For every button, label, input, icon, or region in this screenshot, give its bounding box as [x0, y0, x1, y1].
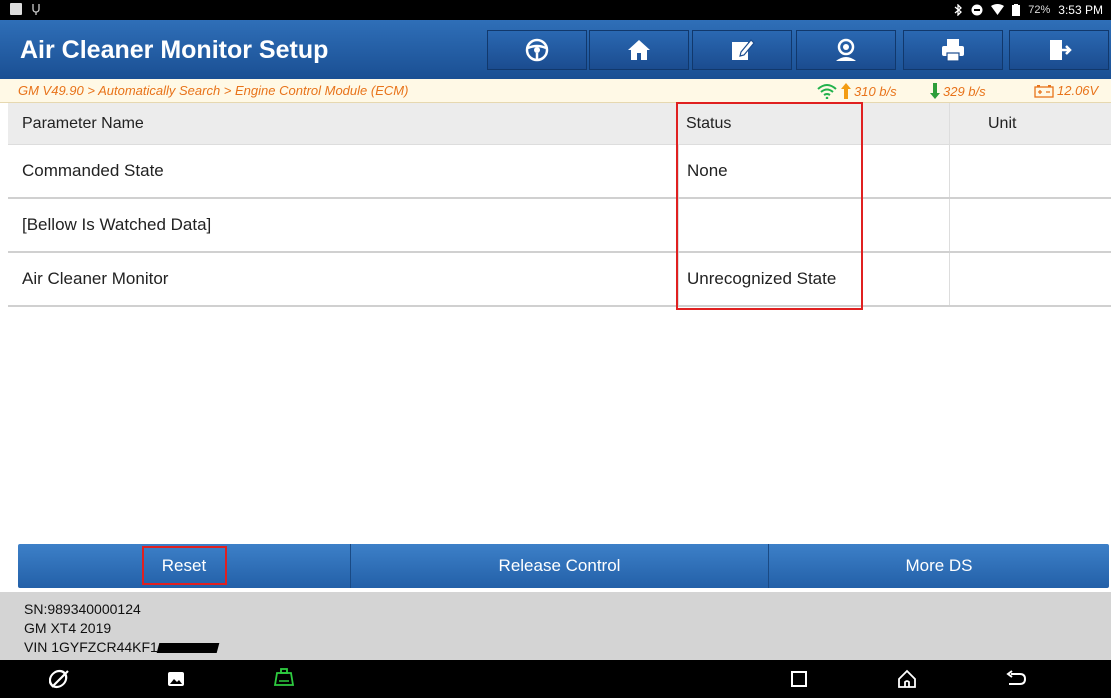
browser-icon — [49, 669, 69, 689]
recent-apps-button[interactable] — [788, 668, 810, 690]
parameter-table: Parameter Name Status Unit Commanded Sta… — [8, 103, 1111, 307]
table-header: Parameter Name Status Unit — [8, 103, 1111, 145]
battery-icon — [1012, 4, 1021, 16]
home-button[interactable] — [589, 30, 689, 70]
gallery-button[interactable] — [165, 668, 187, 690]
browser-button[interactable] — [49, 668, 71, 690]
bluetooth-icon — [954, 4, 963, 16]
table-row[interactable]: Air Cleaner Monitor Unrecognized State — [8, 253, 1111, 307]
battery-voltage: 12.06V — [1034, 83, 1098, 98]
row-parameter-name: Air Cleaner Monitor — [22, 269, 169, 288]
table-row[interactable]: Commanded State None — [8, 145, 1111, 199]
row-unit — [949, 253, 1111, 305]
vehicle-button[interactable] — [487, 30, 587, 70]
battery-percent: 72% — [1028, 4, 1051, 16]
system-status-bar: 72% 3:53 PM — [0, 0, 1111, 20]
recent-apps-icon — [791, 671, 807, 687]
download-speed: 329 b/s — [930, 83, 986, 99]
back-button[interactable] — [1005, 668, 1027, 690]
status-column-highlight — [676, 102, 863, 310]
usb-debug-icon — [32, 4, 40, 15]
row-unit — [949, 199, 1111, 251]
vci-button[interactable] — [273, 668, 295, 690]
voltage-value: 12.06V — [1057, 83, 1099, 98]
vin: VIN 1GYFZCR44KF1 — [24, 639, 158, 655]
wifi-icon — [991, 4, 1005, 15]
exit-button[interactable] — [1009, 30, 1109, 70]
upload-speed: 310 b/s — [816, 83, 897, 99]
breadcrumb: GM V49.90 > Automatically Search > Engin… — [18, 83, 409, 98]
signal-icon — [817, 84, 837, 99]
do-not-disturb-icon — [971, 4, 983, 16]
vehicle-model: GM XT4 2019 — [24, 620, 112, 636]
header-unit: Unit — [949, 103, 1111, 144]
download-arrow-icon — [930, 83, 940, 99]
upload-speed-value: 310 b/s — [854, 83, 897, 99]
home-icon — [628, 40, 650, 60]
edit-button[interactable] — [692, 30, 792, 70]
steering-wheel-icon — [525, 38, 549, 62]
row-parameter-name: Commanded State — [22, 161, 164, 180]
vin-line: VIN 1GYFZCR44KF1 — [24, 638, 1111, 657]
breadcrumb-bar: GM V49.90 > Automatically Search > Engin… — [0, 79, 1111, 103]
car-battery-icon — [1034, 84, 1054, 98]
download-speed-value: 329 b/s — [943, 83, 986, 99]
more-ds-label: More DS — [905, 556, 973, 575]
table-row[interactable]: [Bellow Is Watched Data] — [8, 199, 1111, 253]
upload-arrow-icon — [841, 83, 851, 99]
back-icon — [1006, 670, 1026, 685]
support-button[interactable] — [796, 30, 896, 70]
page-title: Air Cleaner Monitor Setup — [20, 36, 329, 64]
exit-icon — [1050, 40, 1072, 60]
row-unit — [949, 145, 1111, 197]
title-bar: Air Cleaner Monitor Setup — [0, 20, 1111, 79]
release-control-button[interactable]: Release Control — [351, 544, 769, 588]
row-parameter-name: [Bellow Is Watched Data] — [22, 215, 212, 234]
clock: 3:53 PM — [1058, 3, 1103, 17]
navigation-bar — [0, 660, 1111, 698]
home-nav-button[interactable] — [896, 668, 918, 690]
print-button[interactable] — [903, 30, 1003, 70]
reset-highlight — [142, 546, 227, 585]
vci-icon — [273, 668, 295, 686]
print-icon — [942, 39, 964, 62]
home-nav-icon — [898, 669, 916, 688]
release-control-label: Release Control — [498, 556, 621, 575]
vehicle-info: SN:989340000124 GM XT4 2019 VIN 1GYFZCR4… — [0, 592, 1111, 660]
serial-number: SN:989340000124 — [24, 601, 141, 617]
gallery-notification-icon — [10, 3, 22, 15]
gallery-icon — [168, 672, 184, 686]
edit-icon — [732, 39, 755, 60]
user-support-icon — [836, 38, 856, 61]
more-ds-button[interactable]: More DS — [769, 544, 1109, 588]
vin-redaction — [156, 643, 220, 654]
header-parameter-name: Parameter Name — [22, 114, 144, 132]
